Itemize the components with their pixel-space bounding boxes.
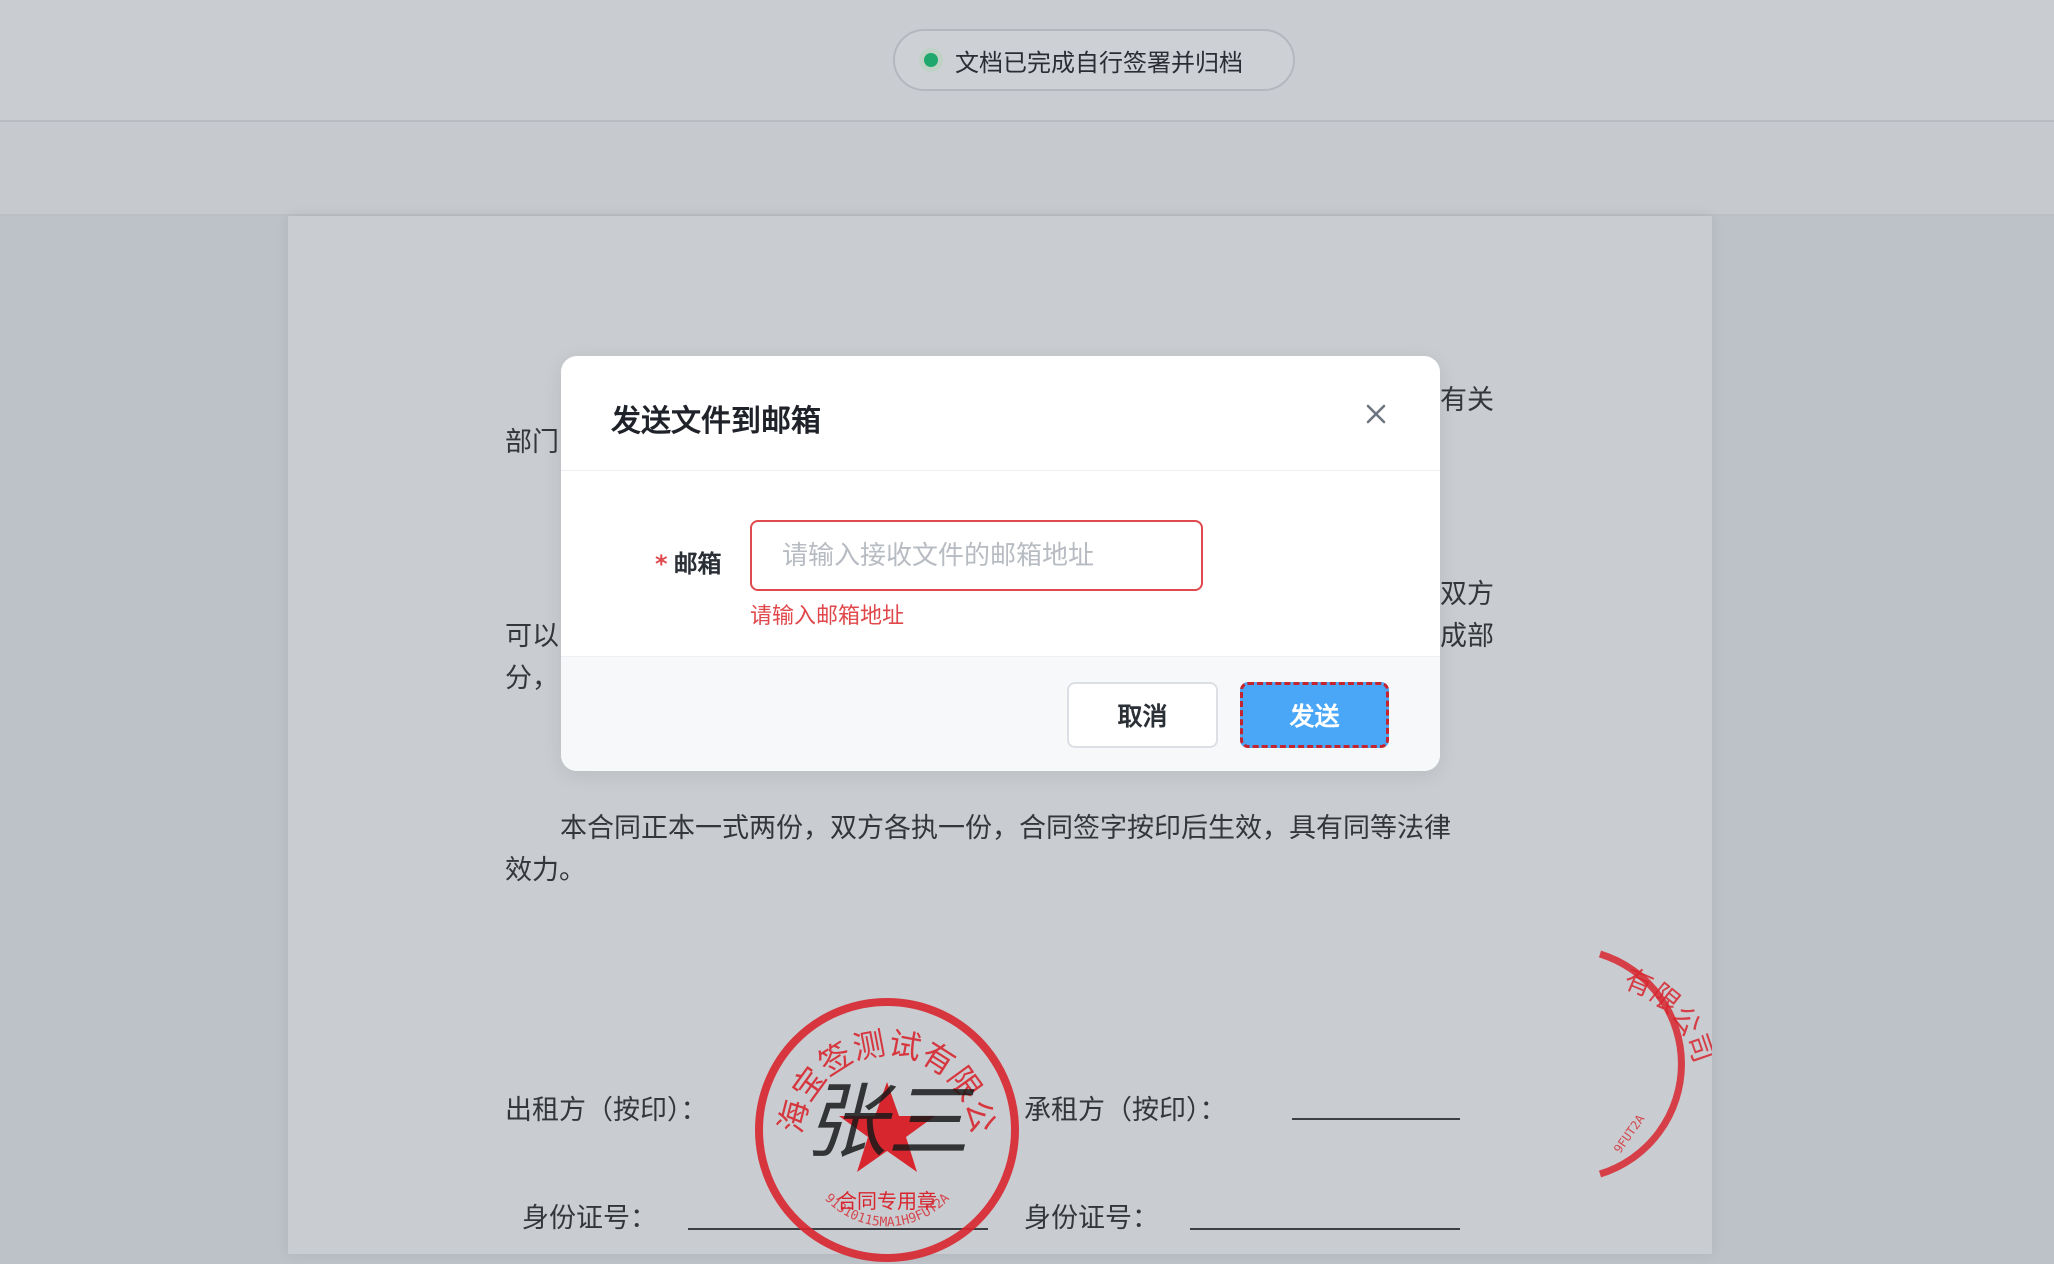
top-bar: 文档已完成自行签署并归档 xyxy=(0,0,2054,122)
lessor-label: 出租方（按印）： xyxy=(505,1095,708,1126)
lessee-signature-blank xyxy=(1292,1118,1460,1120)
doc-text-fragment: 部门 xyxy=(505,427,559,458)
status-badge: 文档已完成自行签署并归档 xyxy=(893,29,1295,91)
edge-seal-stamp: 有限公司 9FUT2A xyxy=(1598,950,1712,1178)
cancel-button[interactable]: 取消 xyxy=(1067,682,1218,748)
dialog-footer: 取消 发送 xyxy=(561,656,1440,771)
send-button[interactable]: 发送 xyxy=(1240,682,1389,748)
edge-seal-arc-text: 有限公司 xyxy=(1620,962,1712,1067)
doc-text-fragment: 成部 xyxy=(1440,621,1494,652)
status-text: 文档已完成自行签署并归档 xyxy=(955,48,1243,77)
lessee-label: 承租方（按印）： xyxy=(1024,1095,1227,1126)
doc-text-fragment: 可以 xyxy=(505,621,559,652)
id-blank-right xyxy=(1190,1228,1460,1230)
doc-text-fragment: 分， xyxy=(505,663,559,694)
close-button[interactable] xyxy=(1356,394,1396,434)
handwritten-signature: 张三 xyxy=(805,1075,975,1170)
id-label-right: 身份证号： xyxy=(1024,1203,1159,1234)
id-label-left: 身份证号： xyxy=(522,1203,657,1234)
doc-paragraph-line: 本合同正本一式两份，双方各执一份，合同签字按印后生效，具有同等法律 xyxy=(560,813,1451,844)
company-seal-stamp: 上海宝签测试有限公司 合同专用章 91310115MA1H9FUT2A 张三 xyxy=(747,990,1019,1262)
email-input[interactable] xyxy=(750,520,1203,591)
close-icon xyxy=(1366,404,1386,424)
required-mark: * xyxy=(655,550,668,578)
svg-text:有限公司: 有限公司 xyxy=(1620,962,1712,1067)
dialog-title: 发送文件到邮箱 xyxy=(611,404,821,439)
email-error-message: 请输入邮箱地址 xyxy=(750,604,905,629)
status-dot-icon xyxy=(924,53,938,67)
doc-text-fragment: 双方 xyxy=(1440,579,1494,610)
dialog-header: 发送文件到邮箱 xyxy=(561,356,1440,471)
doc-text-fragment: 有关 xyxy=(1440,385,1494,416)
email-field-label: * 邮箱 xyxy=(655,544,722,579)
doc-paragraph-line: 效力。 xyxy=(505,855,586,886)
dialog-body: *邮箱 请输入邮箱地址 xyxy=(561,471,1440,656)
email-label-text: 邮箱 xyxy=(673,550,722,578)
toolbar xyxy=(0,122,2054,216)
send-email-dialog: 发送文件到邮箱 *邮箱 请输入邮箱地址 取消 发送 xyxy=(561,356,1440,771)
